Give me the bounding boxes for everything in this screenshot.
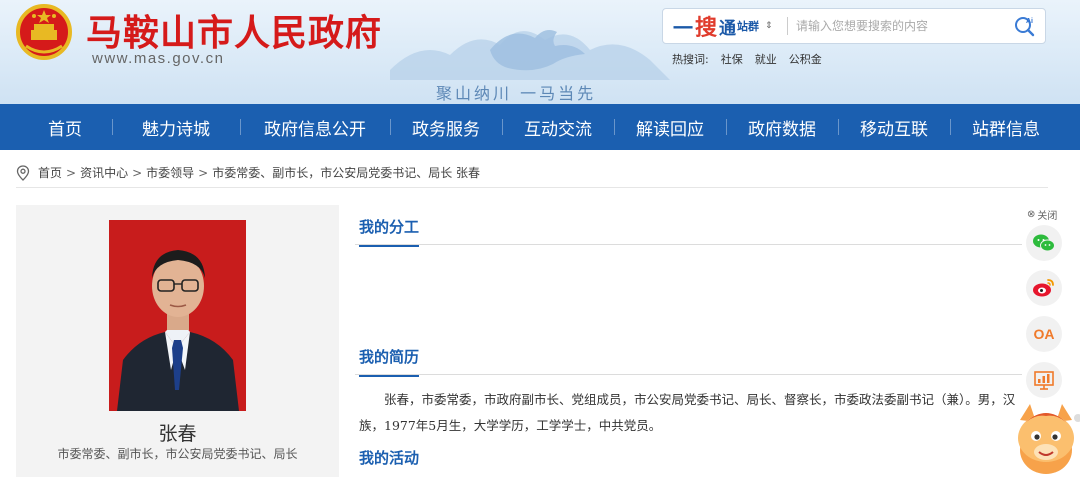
leader-title: 市委常委、副市长，市公安局党委书记、局长 — [57, 447, 298, 461]
breadcrumb: 首页 > 资讯中心 > 市委领导 > 市委常委、副市长，市公安局党委书记、局长 … — [16, 158, 1048, 188]
ai-search-icon: Ai — [1015, 17, 1035, 37]
nav-item-gov-service[interactable]: 政务服务 — [390, 104, 502, 150]
search-scope-select[interactable]: 站群 ⇕ — [737, 18, 787, 34]
site-header: 马鞍山市人民政府 www.mas.gov.cn 聚山纳川 一马当先 一 搜 通 … — [0, 0, 1080, 104]
sidebar-close-button[interactable]: ⊗ 关闭 — [1027, 207, 1057, 222]
section-title-duty: 我的分工 — [359, 216, 420, 247]
search-brand-yi: 一 — [673, 15, 693, 40]
weibo-icon — [1033, 279, 1054, 297]
nav-item-interpretation[interactable]: 解读回应 — [614, 104, 726, 150]
nav-item-gov-data[interactable]: 政府数据 — [726, 104, 838, 150]
share-wechat-button[interactable] — [1026, 225, 1062, 261]
sidebar-close-label: 关闭 — [1037, 211, 1058, 222]
breadcrumb-separator: > — [132, 165, 143, 180]
section-duty: 我的分工 — [355, 205, 1022, 247]
section-title-activity: 我的活动 — [359, 449, 420, 467]
share-weibo-button[interactable] — [1026, 270, 1062, 306]
search-brand-sou: 搜 — [695, 16, 718, 41]
site-slogan: 聚山纳川 一马当先 — [436, 84, 597, 103]
chart-icon — [1034, 371, 1054, 390]
search-input[interactable] — [796, 11, 1005, 41]
sort-arrows-icon: ⇕ — [765, 21, 773, 31]
nav-item-home[interactable]: 首页 — [0, 104, 112, 150]
search-bar: 一 搜 通 站群 ⇕ Ai — [662, 8, 1046, 44]
oa-icon: OA — [1033, 326, 1055, 342]
location-pin-icon — [16, 164, 30, 181]
nav-item-interaction[interactable]: 互动交流 — [502, 104, 614, 150]
nav-item-site-group[interactable]: 站群信息 — [950, 104, 1062, 150]
hot-word-link[interactable]: 社保 — [721, 51, 743, 67]
leader-detail-content: 我的分工 我的简历 张春，市委常委，市政府副市长、党组成员，市公安局党委书记、局… — [355, 205, 1022, 475]
hot-search-words: 热搜词: 社保 就业 公积金 — [672, 51, 822, 67]
section-activity: 我的活动 — [355, 439, 1022, 475]
national-emblem-icon — [16, 4, 72, 60]
breadcrumb-separator: > — [198, 165, 209, 180]
hot-word-link[interactable]: 公积金 — [789, 51, 822, 67]
hot-search-label: 热搜词: — [672, 53, 709, 66]
search-brand-tong: 通 — [719, 18, 737, 39]
nav-item-mobile[interactable]: 移动互联 — [838, 104, 950, 150]
leader-photo — [109, 220, 246, 411]
site-url: www.mas.gov.cn — [92, 50, 225, 67]
leader-name: 张春 — [158, 423, 197, 445]
svg-text:Ai: Ai — [1026, 18, 1033, 25]
oa-button[interactable]: OA — [1026, 316, 1062, 352]
horse-mascot-icon[interactable] — [1012, 400, 1080, 477]
hot-word-link[interactable]: 就业 — [755, 51, 777, 67]
breadcrumb-current: 市委常委、副市长，市公安局党委书记、局长 张春 — [212, 166, 481, 180]
close-circle-icon: ⊗ — [1027, 209, 1036, 220]
breadcrumb-news-center[interactable]: 资讯中心 — [80, 164, 128, 181]
data-chart-button[interactable] — [1026, 362, 1062, 398]
section-resume: 我的简历 — [355, 335, 1022, 377]
leader-profile-card: 张春 市委常委、副市长，市公安局党委书记、局长 — [16, 205, 339, 477]
breadcrumb-home[interactable]: 首页 — [38, 164, 62, 181]
breadcrumb-leaders[interactable]: 市委领导 — [146, 164, 194, 181]
wechat-icon — [1033, 234, 1055, 252]
nav-item-gov-info[interactable]: 政府信息公开 — [240, 104, 390, 150]
resume-text: 张春，市委常委，市政府副市长、党组成员，市公安局党委书记、局长、督察长，市委政法… — [359, 392, 1016, 433]
section-title-resume: 我的简历 — [359, 346, 420, 377]
search-divider — [787, 17, 788, 35]
duty-content-empty — [355, 245, 1022, 335]
site-title[interactable]: 马鞍山市人民政府 — [86, 4, 382, 56]
search-button[interactable]: Ai — [1005, 9, 1045, 43]
search-brand-logo: 一 搜 通 — [663, 10, 737, 42]
main-nav: 首页 魅力诗城 政府信息公开 政务服务 互动交流 解读回应 政府数据 移动互联 … — [0, 104, 1080, 150]
breadcrumb-separator: > — [66, 165, 77, 180]
search-scope-label: 站群 — [737, 20, 759, 33]
nav-item-charm-city[interactable]: 魅力诗城 — [112, 104, 240, 150]
